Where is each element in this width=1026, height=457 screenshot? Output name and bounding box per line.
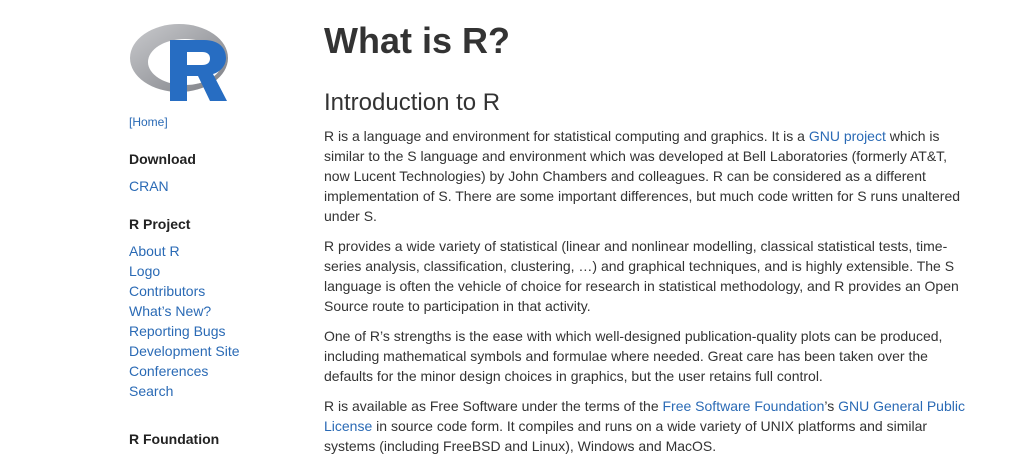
paragraph-text: ’s [824, 398, 839, 414]
paragraph-strengths: One of R’s strengths is the ease with wh… [324, 328, 943, 384]
sidebar-heading-r-project: R Project [129, 216, 191, 232]
fsf-link[interactable]: Free Software Foundation [663, 398, 825, 414]
sidebar-link-about-r[interactable]: About R [129, 241, 180, 261]
sidebar-link-cran[interactable]: CRAN [129, 176, 169, 196]
sidebar-link-development-site[interactable]: Development Site [129, 341, 240, 361]
sidebar-link-contributors[interactable]: Contributors [129, 281, 205, 301]
paragraph-statistical: R provides a wide variety of statistical… [324, 238, 959, 314]
section-title: Introduction to R [324, 89, 501, 116]
paragraph-text: in source code form. It compiles and run… [324, 418, 928, 454]
home-link[interactable]: [Home] [129, 115, 168, 129]
paragraph-text: R is a language and environment for stat… [324, 128, 809, 144]
sidebar-link-whats-new[interactable]: What’s New? [129, 301, 211, 321]
paragraph-text: R is available as Free Software under th… [324, 398, 663, 414]
paragraph-license: R is available as Free Software under th… [324, 396, 974, 456]
sidebar-link-conferences[interactable]: Conferences [129, 361, 208, 381]
sidebar-link-logo[interactable]: Logo [129, 261, 160, 281]
sidebar-link-search[interactable]: Search [129, 381, 173, 401]
sidebar-link-reporting-bugs[interactable]: Reporting Bugs [129, 321, 226, 341]
sidebar-heading-download: Download [129, 151, 196, 167]
paragraph-intro: R is a language and environment for stat… [324, 126, 974, 226]
page-title: What is R? [324, 20, 510, 61]
r-logo[interactable] [129, 20, 231, 102]
gnu-project-link[interactable]: GNU project [809, 128, 886, 144]
sidebar-heading-r-foundation: R Foundation [129, 431, 220, 447]
